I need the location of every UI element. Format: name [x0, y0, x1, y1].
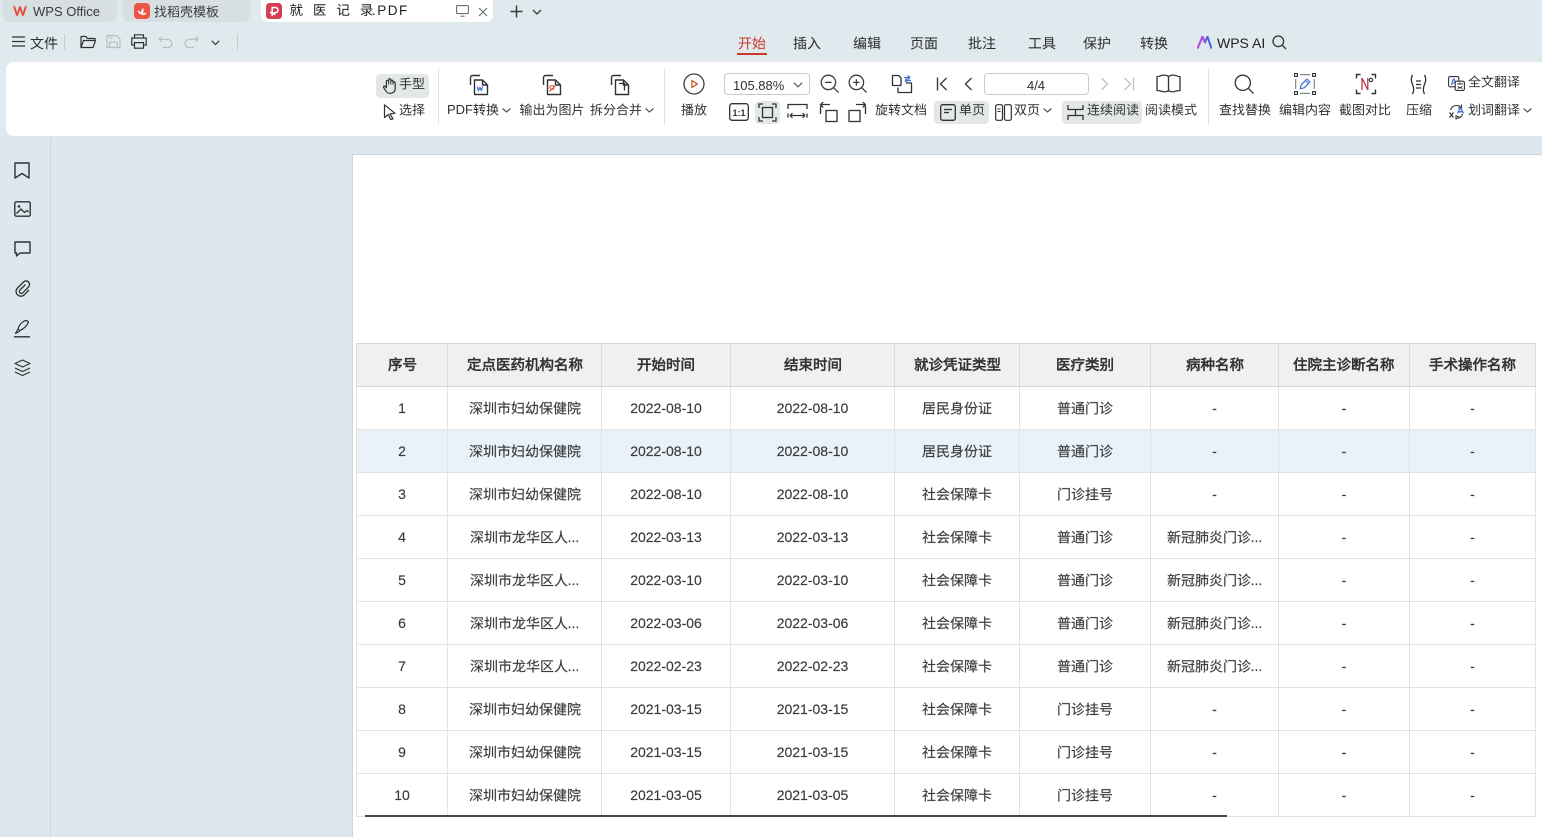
svg-text:1:1: 1:1 [732, 108, 745, 118]
